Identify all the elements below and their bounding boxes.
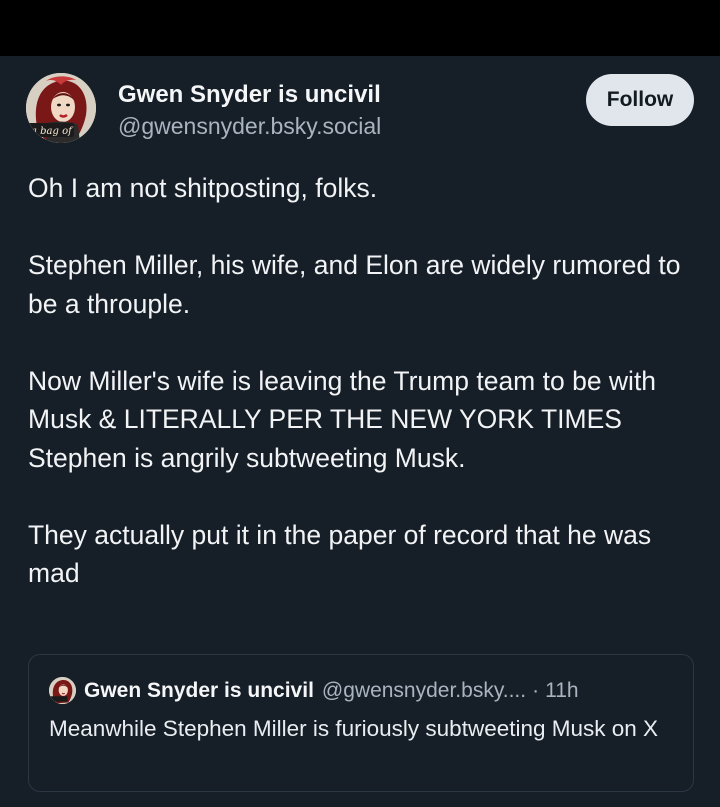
follow-button[interactable]: Follow (586, 74, 694, 126)
post: a bag of Gwen Snyder is uncivil @gwensny… (0, 56, 720, 807)
quoted-post[interactable]: Gwen Snyder is uncivil @gwensnyder.bsky.… (28, 654, 694, 792)
quoted-avatar-image (49, 677, 76, 704)
avatar-caption: a bag of (31, 126, 74, 137)
post-paragraph: Stephen Miller, his wife, and Elon are w… (28, 250, 681, 319)
author-avatar[interactable]: a bag of (26, 73, 96, 143)
status-bar (0, 0, 720, 56)
author-handle[interactable]: @gwensnyder.bsky.social (118, 112, 381, 140)
separator-dot: · (532, 678, 540, 702)
post-paragraph: They actually put it in the paper of rec… (28, 519, 652, 589)
post-paragraph: Oh I am not shitposting, folks. (28, 173, 378, 203)
author-block: Gwen Snyder is uncivil @gwensnyder.bsky.… (118, 81, 381, 140)
post-body: Oh I am not shitposting, folks. Stephen … (28, 169, 698, 593)
author-name[interactable]: Gwen Snyder is uncivil (118, 81, 381, 109)
quoted-timestamp: 11h (545, 678, 579, 702)
quoted-author-name: Gwen Snyder is uncivil (84, 678, 314, 702)
quoted-post-header: Gwen Snyder is uncivil @gwensnyder.bsky.… (49, 677, 579, 704)
quoted-author-handle: @gwensnyder.bsky.... (321, 678, 527, 702)
quoted-post-text: Meanwhile Stephen Miller is furiously su… (49, 716, 659, 741)
post-paragraph: Now Miller's wife is leaving the Trump t… (28, 365, 657, 473)
avatar-image: a bag of (26, 73, 96, 143)
quoted-author-avatar (49, 677, 76, 704)
